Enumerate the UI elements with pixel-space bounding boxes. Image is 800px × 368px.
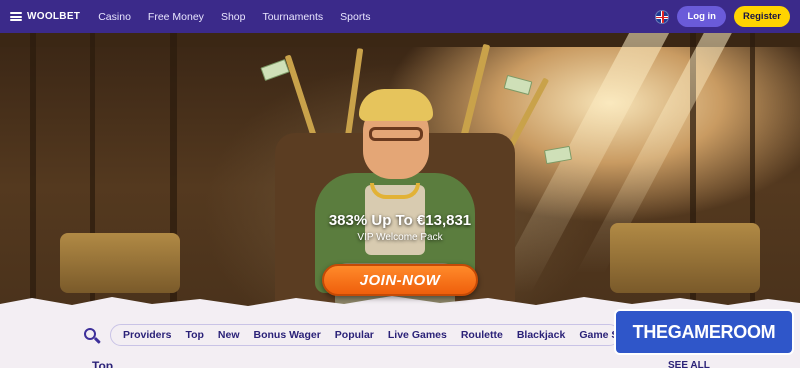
- top-navigation-bar: WOOLBET Casino Free Money Shop Tournamen…: [0, 0, 800, 33]
- barn-beam: [0, 33, 800, 47]
- uk-flag-icon[interactable]: [655, 9, 670, 24]
- promo-title: 383% Up To €13,831: [328, 212, 472, 229]
- site-logo[interactable]: WOOLBET: [27, 11, 80, 22]
- category-top[interactable]: Top: [185, 329, 203, 341]
- thegameroom-watermark: THEGAMEROOM: [614, 309, 794, 355]
- category-roulette[interactable]: Roulette: [461, 329, 503, 341]
- nav-casino[interactable]: Casino: [98, 11, 131, 23]
- category-popular[interactable]: Popular: [335, 329, 374, 341]
- mascot-glasses: [369, 127, 423, 141]
- join-now-button[interactable]: JOIN-NOW: [322, 264, 478, 296]
- nav-tournaments[interactable]: Tournaments: [262, 11, 323, 23]
- account-actions: Log in Register: [655, 6, 790, 27]
- category-new[interactable]: New: [218, 329, 240, 341]
- register-button[interactable]: Register: [733, 6, 790, 27]
- nav-free-money[interactable]: Free Money: [148, 11, 204, 23]
- category-live-games[interactable]: Live Games: [388, 329, 447, 341]
- watermark-text: THEGAMEROOM: [632, 321, 776, 342]
- main-nav: Casino Free Money Shop Tournaments Sport…: [98, 11, 370, 23]
- see-all-link[interactable]: SEE ALL: [668, 360, 710, 368]
- promo-subtitle: VIP Welcome Pack: [357, 232, 443, 243]
- nav-shop[interactable]: Shop: [221, 11, 246, 23]
- login-button[interactable]: Log in: [677, 6, 726, 27]
- category-bonus-wager[interactable]: Bonus Wager: [254, 329, 321, 341]
- barn-plank: [30, 33, 36, 313]
- category-providers[interactable]: Providers: [123, 329, 171, 341]
- hamburger-menu-icon[interactable]: [10, 12, 22, 21]
- search-icon[interactable]: [84, 328, 101, 344]
- category-filter-bar: Providers Top New Bonus Wager Popular Li…: [110, 324, 620, 346]
- nav-sports[interactable]: Sports: [340, 11, 370, 23]
- category-blackjack[interactable]: Blackjack: [517, 329, 565, 341]
- mascot-hair: [359, 89, 433, 121]
- section-title: Top: [92, 359, 114, 368]
